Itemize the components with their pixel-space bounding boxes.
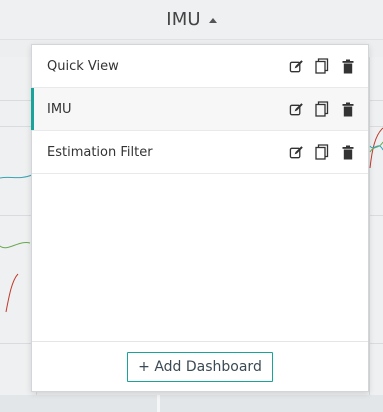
edit-icon[interactable] xyxy=(288,144,304,160)
dashboard-title: IMU xyxy=(166,9,201,30)
background-divider xyxy=(370,126,383,127)
menu-item-imu[interactable]: IMU xyxy=(31,88,368,131)
menu-item-label: IMU xyxy=(47,101,72,117)
copy-icon[interactable] xyxy=(314,101,330,117)
menu-item-quick-view[interactable]: Quick View xyxy=(32,45,368,88)
background-divider xyxy=(157,395,160,412)
menu-item-label: Quick View xyxy=(47,58,119,74)
menu-item-label: Estimation Filter xyxy=(47,144,153,160)
trash-icon[interactable] xyxy=(340,58,356,74)
copy-icon[interactable] xyxy=(314,58,330,74)
background-divider xyxy=(370,100,383,101)
trash-icon[interactable] xyxy=(340,144,356,160)
background-panel-right xyxy=(369,57,383,407)
background-divider xyxy=(370,343,383,344)
dashboard-screen: IMU Quick View IMU Estimation Filter + A… xyxy=(0,0,383,412)
copy-icon[interactable] xyxy=(314,144,330,160)
caret-up-icon xyxy=(208,18,217,23)
dashboard-selector[interactable]: IMU xyxy=(166,9,217,30)
menu-item-estimation-filter[interactable]: Estimation Filter xyxy=(32,131,368,174)
edit-icon[interactable] xyxy=(288,101,304,117)
trash-icon[interactable] xyxy=(340,101,356,117)
edit-icon[interactable] xyxy=(288,58,304,74)
dashboard-dropdown-menu: Quick View IMU Estimation Filter + Add D… xyxy=(31,44,369,392)
dashboard-header: IMU xyxy=(0,0,383,40)
background-divider xyxy=(370,215,383,216)
menu-footer: + Add Dashboard xyxy=(32,341,368,391)
add-dashboard-button[interactable]: + Add Dashboard xyxy=(127,351,273,382)
background-footer xyxy=(0,395,383,412)
